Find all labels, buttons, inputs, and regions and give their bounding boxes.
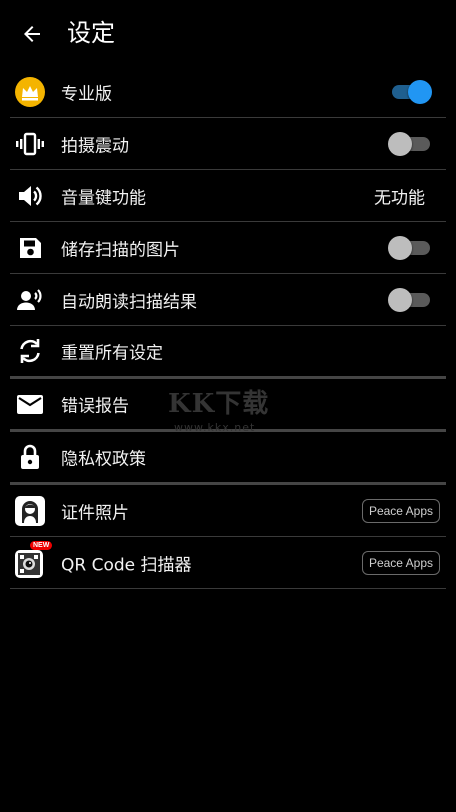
setting-row-vibrate[interactable]: 拍摄震动 (10, 118, 446, 170)
back-button[interactable] (14, 17, 50, 51)
save-images-toggle[interactable] (388, 235, 432, 261)
header-bar: 设定 (0, 0, 456, 66)
setting-label: 专业版 (61, 84, 112, 104)
setting-label: 证件照片 (61, 503, 129, 523)
watermark-logo: KK下载 (168, 389, 270, 419)
voice-icon (14, 284, 46, 316)
volume-key-value: 无功能 (374, 188, 425, 208)
pro-toggle[interactable] (388, 79, 432, 105)
setting-row-save-images[interactable]: 储存扫描的图片 (10, 222, 446, 274)
peace-apps-button[interactable]: Peace Apps (361, 498, 440, 523)
setting-row-pro[interactable]: 专业版 (10, 66, 446, 118)
setting-label: 拍摄震动 (61, 136, 129, 156)
setting-label: 音量键功能 (61, 188, 146, 208)
peace-apps-button[interactable]: Peace Apps (361, 550, 440, 575)
toggle-thumb (408, 79, 432, 104)
toggle-thumb (388, 235, 412, 260)
new-badge: NEW (30, 541, 53, 550)
auto-read-toggle[interactable] (388, 287, 432, 313)
id-photo-app-icon (14, 495, 46, 527)
setting-label: 储存扫描的图片 (61, 240, 180, 260)
app-row-id-photo[interactable]: 证件照片 Peace Apps (10, 485, 446, 537)
qr-scanner-app-icon (14, 547, 46, 579)
setting-row-volume-key[interactable]: 音量键功能 无功能 (10, 170, 446, 222)
setting-label: 隐私权政策 (61, 449, 146, 470)
setting-label: 错误报告 (61, 396, 129, 417)
vibrate-toggle[interactable] (388, 131, 432, 157)
save-icon (14, 232, 46, 264)
setting-label: 重置所有设定 (61, 343, 163, 364)
watermark-url: www.kkx.net (174, 421, 256, 434)
toggle-thumb (388, 131, 412, 156)
settings-list: 专业版 拍摄震动 音量键功能 无功能 储存扫描的图片 自动朗读扫描结果 重置所有… (10, 66, 446, 589)
arrow-left-icon (24, 26, 40, 42)
mail-icon (14, 388, 46, 420)
setting-row-auto-read[interactable]: 自动朗读扫描结果 (10, 274, 446, 326)
app-row-qr-scanner[interactable]: NEW QR Code 扫描器 Peace Apps (10, 537, 446, 589)
reset-icon (14, 335, 46, 367)
setting-row-privacy[interactable]: 隐私权政策 (10, 432, 446, 485)
setting-label: QR Code 扫描器 (61, 555, 192, 575)
lock-icon (14, 441, 46, 473)
page-title: 设定 (67, 19, 115, 47)
volume-icon (14, 180, 46, 212)
crown-icon (14, 76, 46, 108)
toggle-thumb (388, 287, 412, 312)
setting-row-reset[interactable]: 重置所有设定 (10, 326, 446, 379)
vibrate-icon (14, 128, 46, 160)
setting-label: 自动朗读扫描结果 (61, 292, 197, 312)
